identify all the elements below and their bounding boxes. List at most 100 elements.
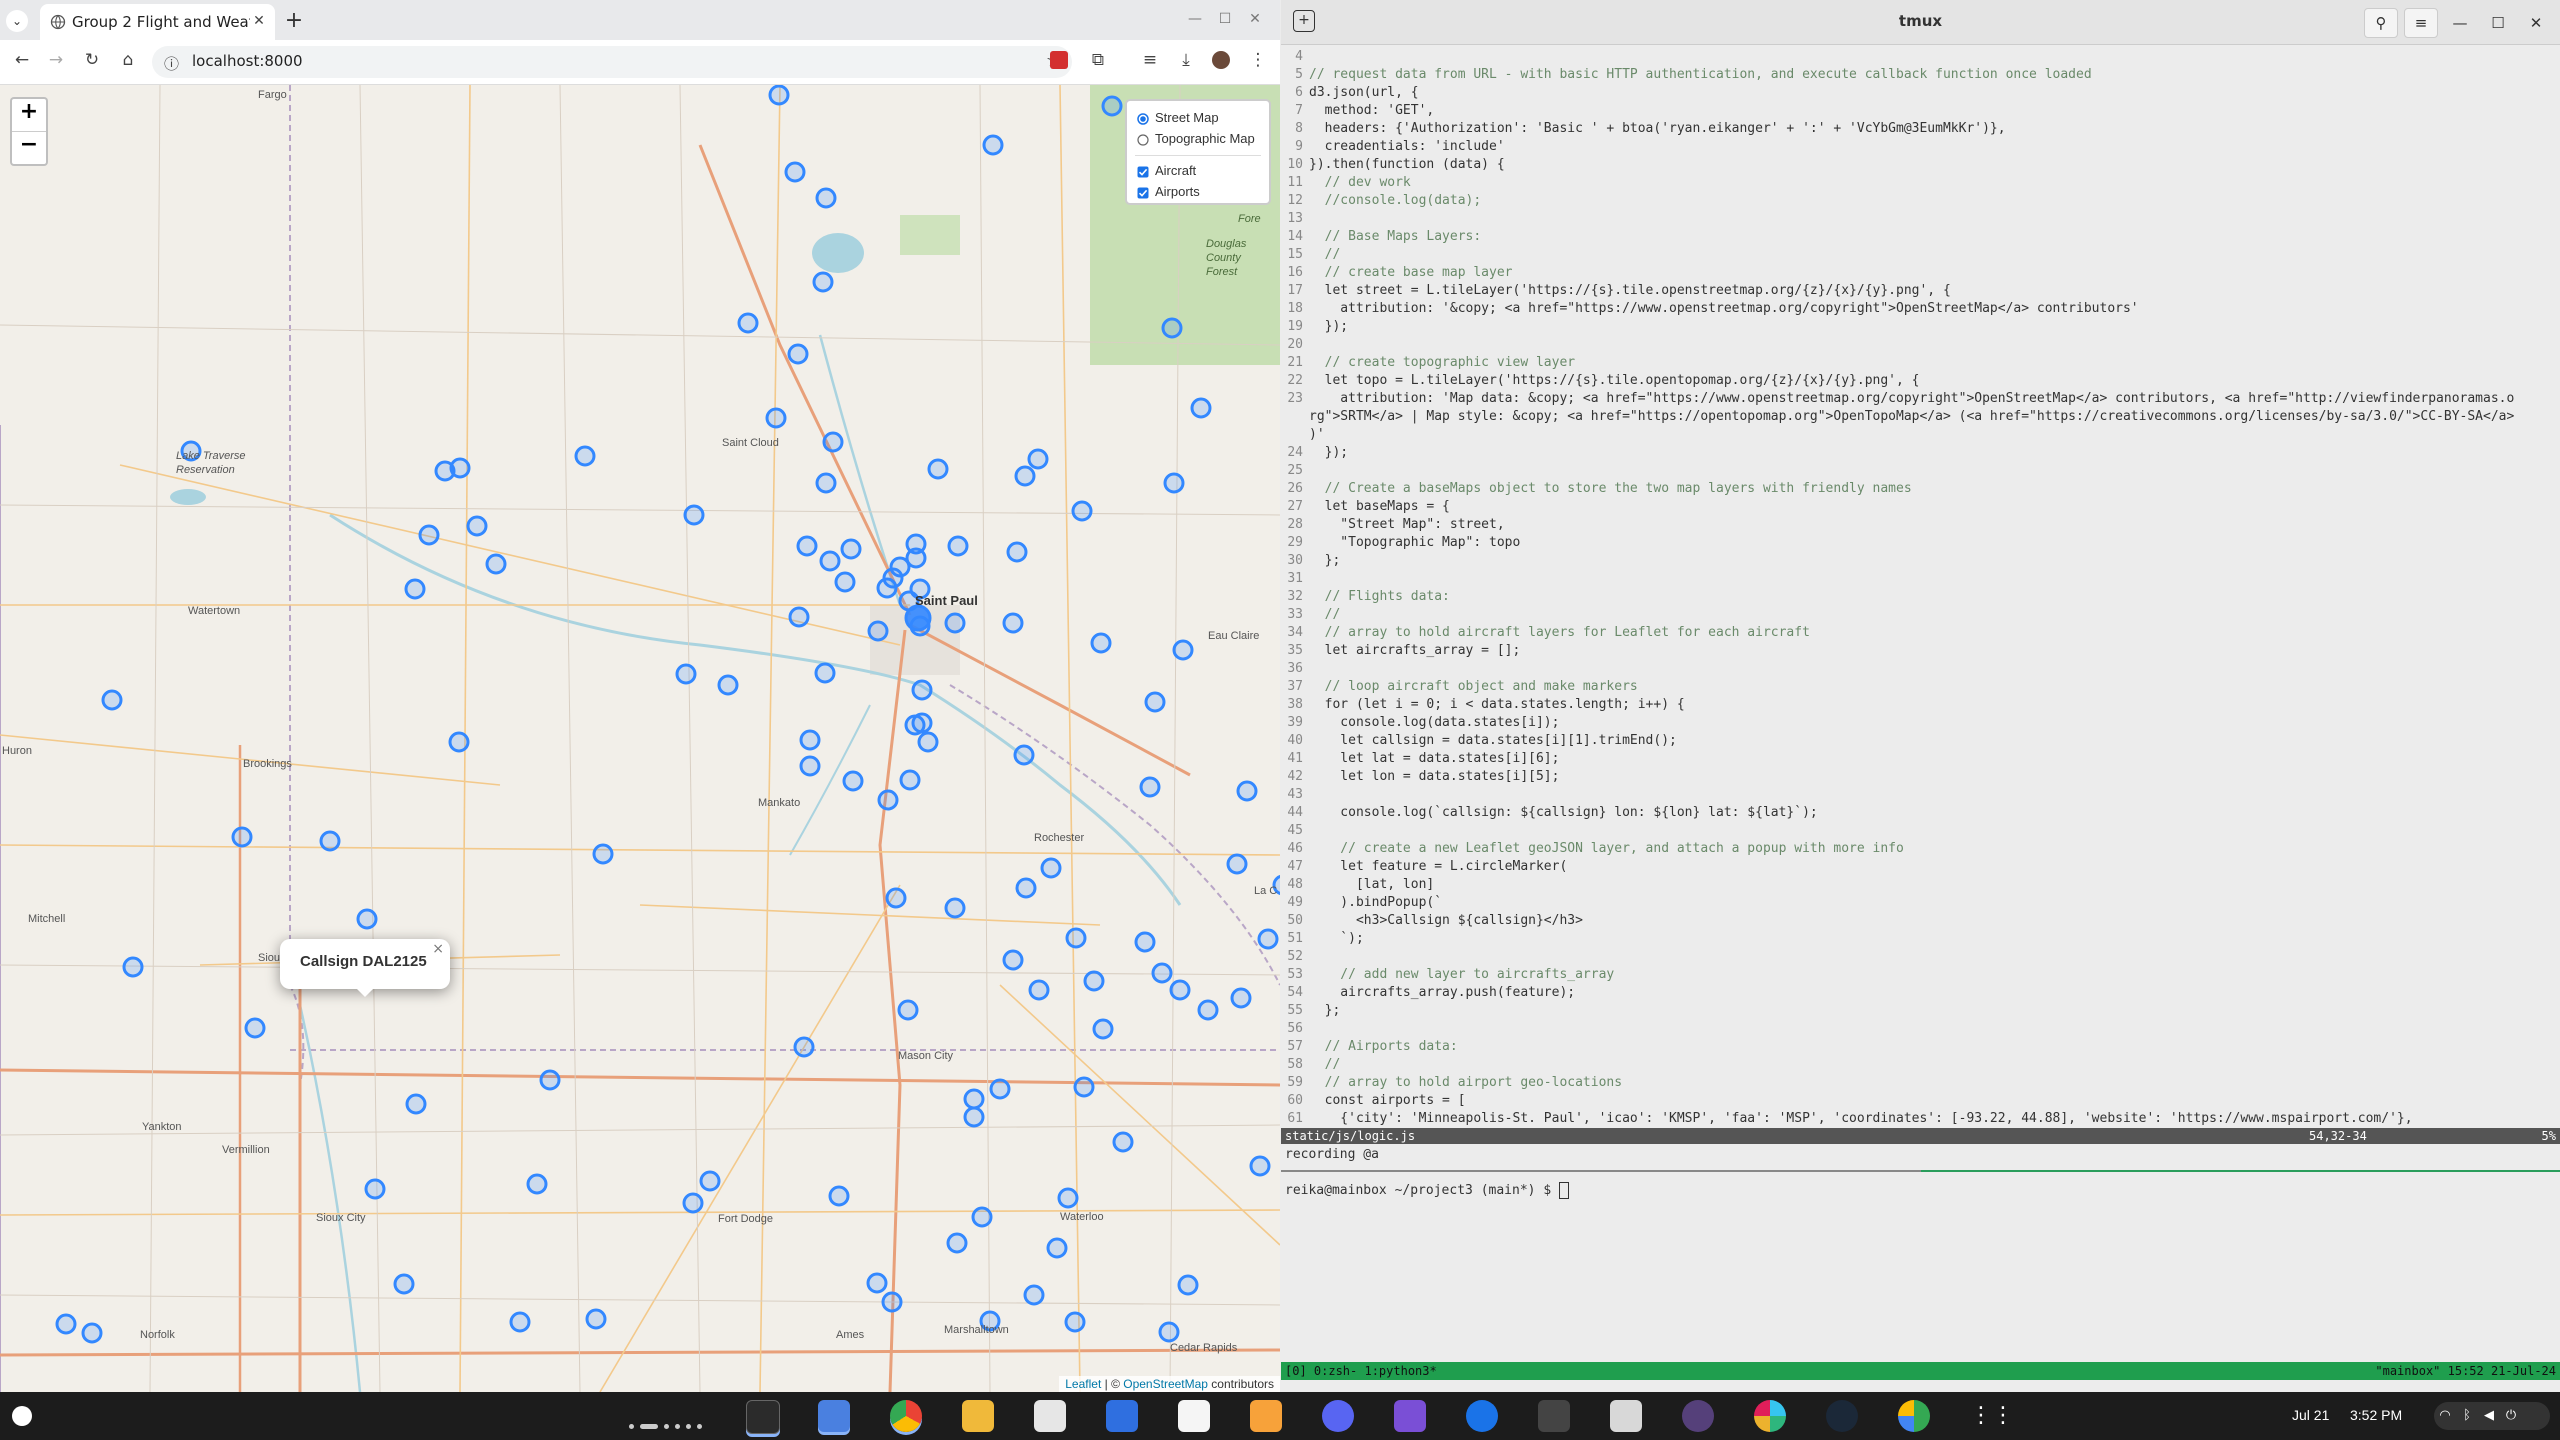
aircraft-marker[interactable] (911, 679, 933, 701)
airport-marker[interactable] (904, 604, 932, 632)
aircraft-marker[interactable] (876, 577, 898, 599)
aircraft-marker[interactable] (963, 1106, 985, 1128)
aircraft-marker[interactable] (1169, 979, 1191, 1001)
aircraft-marker[interactable] (405, 1093, 427, 1115)
aircraft-marker[interactable] (1090, 632, 1112, 654)
aircraft-marker[interactable] (840, 538, 862, 560)
aircraft-marker[interactable] (1073, 1076, 1095, 1098)
aircraft-marker[interactable] (1002, 949, 1024, 971)
aircraft-marker[interactable] (364, 1178, 386, 1200)
terminal-app-icon[interactable] (746, 1400, 780, 1434)
aircraft-marker[interactable] (485, 553, 507, 575)
aircraft-marker[interactable] (1134, 931, 1156, 953)
aircraft-marker[interactable] (989, 1078, 1011, 1100)
code-editor[interactable]: 4 5// request data from URL - with basic … (1285, 48, 2555, 1128)
aircraft-marker[interactable] (1172, 639, 1194, 661)
zoom-out-button[interactable]: − (12, 131, 46, 164)
aircraft-marker[interactable] (1028, 979, 1050, 1001)
aircraft-marker[interactable] (796, 535, 818, 557)
street-map-option[interactable]: Street Map (1137, 109, 1219, 127)
shell-prompt[interactable]: reika@mainbox ~/project3 (main*) $ (1285, 1182, 1569, 1199)
aircraft-marker[interactable] (1013, 744, 1035, 766)
chrome-app-icon[interactable] (890, 1400, 922, 1432)
pane-divider[interactable] (1281, 1170, 2560, 1172)
close-icon[interactable]: ✕ (2520, 9, 2552, 37)
aircraft-marker[interactable] (917, 731, 939, 753)
aircraft-marker[interactable] (1071, 500, 1093, 522)
aircraft-marker[interactable] (1144, 691, 1166, 713)
aircraft-marker[interactable] (526, 1173, 548, 1195)
aircraft-marker[interactable] (899, 769, 921, 791)
aircraft-marker[interactable] (231, 826, 253, 848)
aircraft-marker[interactable] (356, 908, 378, 930)
maximize-icon[interactable]: ☐ (2482, 9, 2514, 37)
aircraft-overlay-option[interactable]: Aircraft (1137, 162, 1196, 180)
folder-app-icon[interactable] (962, 1400, 994, 1432)
checkbox-checked-icon[interactable] (1137, 166, 1149, 178)
aircraft-marker[interactable] (1257, 928, 1279, 950)
radio-checked-icon[interactable] (1137, 112, 1149, 125)
zoom-in-button[interactable]: + (12, 99, 46, 131)
aircraft-marker[interactable] (1006, 541, 1028, 563)
browser-tab[interactable]: Group 2 Flight and Weat ✕ (40, 4, 275, 40)
hamburger-menu-icon[interactable]: ≡ (2404, 8, 2438, 38)
aircraft-marker[interactable] (963, 1088, 985, 1110)
aircraft-marker[interactable] (319, 830, 341, 852)
aircraft-marker[interactable] (1139, 776, 1161, 798)
aircraft-marker[interactable] (592, 843, 614, 865)
aircraft-marker[interactable] (1177, 1274, 1199, 1296)
slack-app-icon[interactable] (1754, 1400, 1786, 1432)
aircraft-marker[interactable] (877, 789, 899, 811)
leaflet-link[interactable]: Leaflet (1065, 1377, 1101, 1391)
aircraft-marker[interactable] (828, 1185, 850, 1207)
aircraft-marker[interactable] (1158, 1321, 1180, 1343)
airports-overlay-option[interactable]: Airports (1137, 183, 1200, 201)
aircraft-marker[interactable] (787, 343, 809, 365)
aircraft-marker[interactable] (799, 729, 821, 751)
aircraft-marker[interactable] (819, 550, 841, 572)
popup-close-icon[interactable]: × (432, 941, 444, 957)
minimize-icon[interactable]: — (1180, 11, 1210, 27)
aircraft-marker[interactable] (1046, 1237, 1068, 1259)
desk-switcher[interactable] (626, 1414, 705, 1433)
aircraft-marker[interactable] (1040, 857, 1062, 879)
extensions-puzzle-icon[interactable]: ⧉ (1086, 50, 1110, 70)
aircraft-marker[interactable] (788, 606, 810, 628)
aircraft-marker[interactable] (765, 407, 787, 429)
aircraft-marker[interactable] (449, 457, 471, 479)
aircraft-marker[interactable] (1002, 612, 1024, 634)
aircraft-marker[interactable] (799, 755, 821, 777)
aircraft-marker[interactable] (466, 515, 488, 537)
aircraft-marker[interactable] (1151, 962, 1173, 984)
system-tray[interactable]: ◠ ᛒ ◀ ⏻ (2434, 1402, 2550, 1430)
tray-time[interactable]: 3:52 PM (2350, 1407, 2402, 1423)
aircraft-marker[interactable] (842, 770, 864, 792)
aircraft-marker[interactable] (768, 85, 790, 106)
aircraft-marker[interactable] (393, 1273, 415, 1295)
aircraft-marker[interactable] (1027, 448, 1049, 470)
aircraft-marker[interactable] (717, 674, 739, 696)
discord-app-icon[interactable] (1322, 1400, 1354, 1432)
extension-icon[interactable] (1050, 51, 1068, 69)
aircraft-marker[interactable] (971, 1206, 993, 1228)
tray-date[interactable]: Jul 21 (2292, 1407, 2329, 1423)
close-icon[interactable]: ✕ (1240, 11, 1270, 27)
screen-recorder-app-icon[interactable] (1682, 1400, 1714, 1432)
aircraft-marker[interactable] (904, 714, 926, 736)
aircraft-marker[interactable] (1236, 780, 1258, 802)
aircraft-marker[interactable] (822, 431, 844, 453)
address-bar[interactable]: ⓘ localhost:8000 ☆ (152, 46, 1072, 78)
aircraft-marker[interactable] (1092, 1018, 1114, 1040)
menu-kebab-icon[interactable]: ⋮ (1246, 50, 1270, 70)
aircraft-marker[interactable] (815, 472, 837, 494)
aircraft-marker[interactable] (1015, 877, 1037, 899)
aircraft-marker[interactable] (1014, 465, 1036, 487)
launcher-icon[interactable] (12, 1406, 32, 1426)
download-icon[interactable]: ⤓ (1174, 50, 1198, 70)
aircraft-marker[interactable] (122, 956, 144, 978)
aircraft-marker[interactable] (897, 999, 919, 1021)
aircraft-marker[interactable] (1230, 987, 1252, 1009)
osm-link[interactable]: OpenStreetMap (1123, 1377, 1208, 1391)
files-app-icon[interactable] (818, 1400, 850, 1432)
aircraft-marker[interactable] (1083, 970, 1105, 992)
